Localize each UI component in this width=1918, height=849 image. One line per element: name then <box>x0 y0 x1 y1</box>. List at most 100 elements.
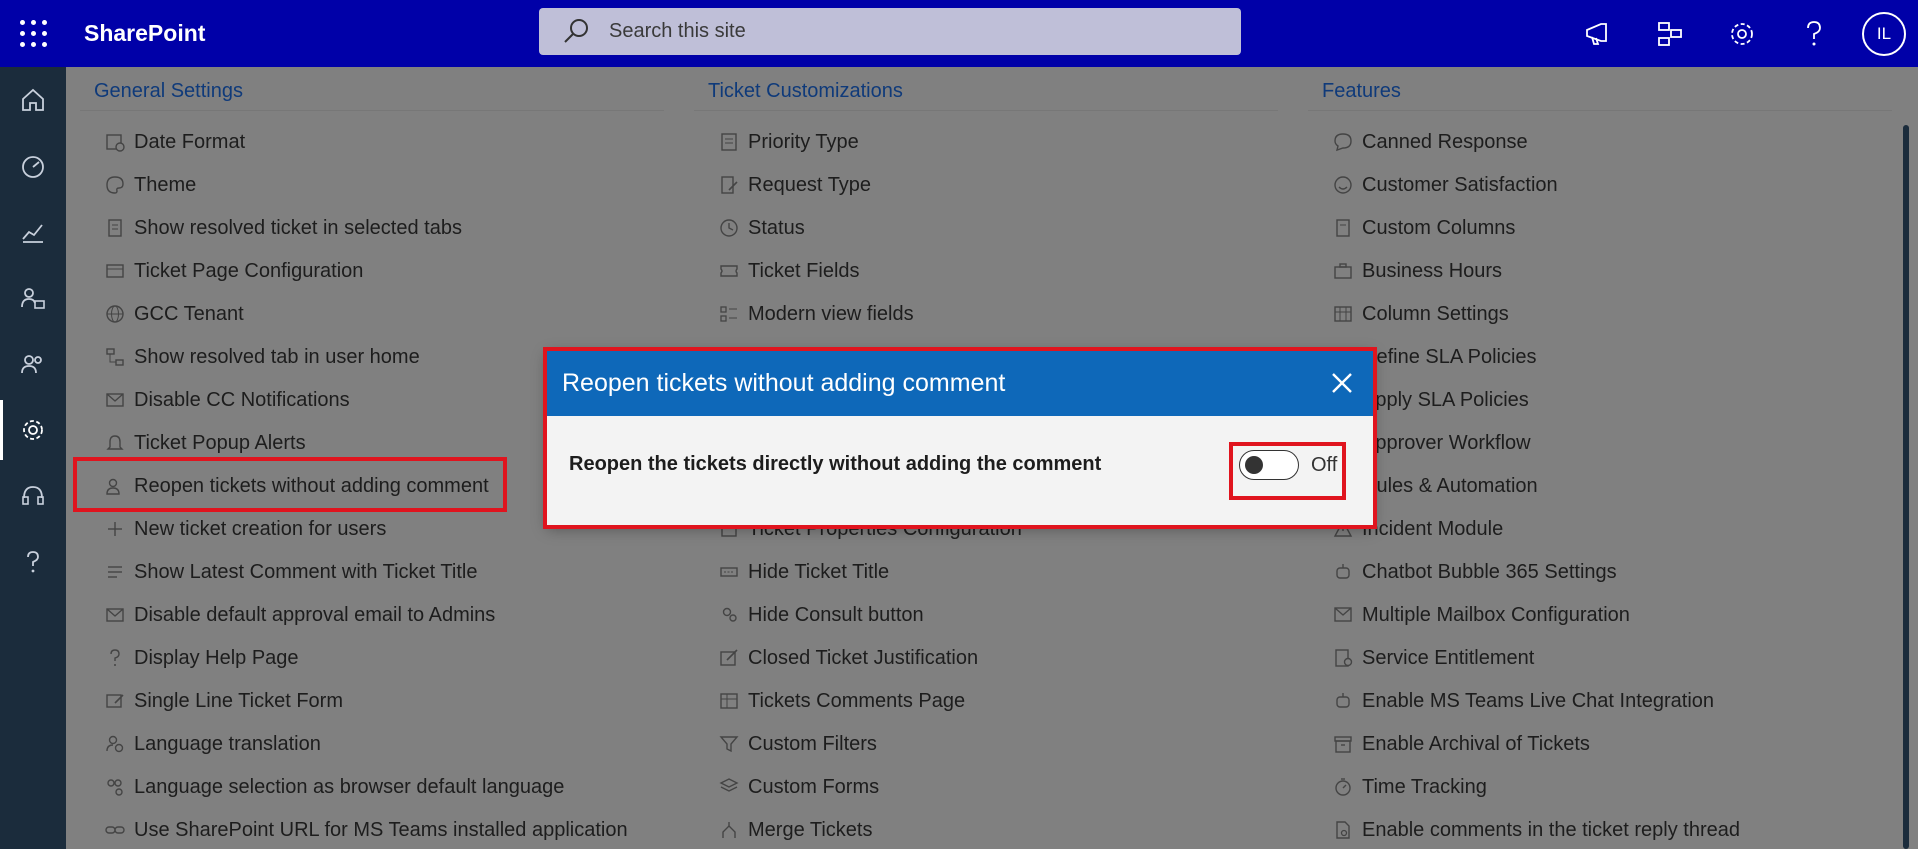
dashboard-gauge-icon[interactable] <box>0 133 66 199</box>
settings-item-single-line-ticket-form[interactable]: Single Line Ticket Form <box>104 682 343 720</box>
settings-item-ticket-page-configuration[interactable]: Ticket Page Configuration <box>104 252 363 290</box>
headset-icon[interactable] <box>0 463 66 529</box>
settings-item-disable-cc-notifications[interactable]: Disable CC Notifications <box>104 381 350 419</box>
app-brand[interactable]: SharePoint <box>84 20 205 47</box>
settings-item-label: Rules & Automation <box>1362 474 1538 497</box>
search-input[interactable]: Search this site <box>609 20 746 43</box>
settings-item-show-resolved-tab[interactable]: Show resolved tab in user home <box>104 338 420 376</box>
app-rail <box>0 67 66 849</box>
settings-item-label: Enable MS Teams Live Chat Integration <box>1362 689 1715 712</box>
settings-item-custom-filters[interactable]: Custom Filters <box>718 725 877 763</box>
edit-box-icon <box>718 647 740 669</box>
help-icon[interactable] <box>0 529 66 595</box>
timer-icon <box>1332 776 1354 798</box>
settings-item-label: Column Settings <box>1362 302 1509 325</box>
settings-item-custom-forms[interactable]: Custom Forms <box>718 768 879 806</box>
settings-item-request-type[interactable]: Request Type <box>718 166 871 204</box>
avatar[interactable]: IL <box>1862 11 1906 56</box>
filter-icon <box>718 733 740 755</box>
settings-item-label: Canned Response <box>1362 130 1528 153</box>
settings-item-business-hours[interactable]: Business Hours <box>1332 252 1502 290</box>
people-icon <box>718 604 740 626</box>
settings-item-label: Modern view fields <box>748 302 914 325</box>
settings-item-label: Service Entitlement <box>1362 646 1535 669</box>
settings-item-merge-tickets[interactable]: Merge Tickets <box>718 811 872 849</box>
settings-item-label: Custom Filters <box>748 732 877 755</box>
settings-item-label: Apply SLA Policies <box>1362 388 1529 411</box>
textbox-icon <box>718 561 740 583</box>
settings-item-teams-live-chat[interactable]: Enable MS Teams Live Chat Integration <box>1332 682 1714 720</box>
search-box[interactable]: Search this site <box>539 8 1241 55</box>
app-launcher-icon[interactable] <box>20 20 48 48</box>
settings-item-theme[interactable]: Theme <box>104 166 196 204</box>
settings-item-chatbot-bubble[interactable]: Chatbot Bubble 365 Settings <box>1332 553 1617 591</box>
close-icon[interactable] <box>1325 366 1359 400</box>
settings-item-status[interactable]: Status <box>718 209 805 247</box>
settings-item-time-tracking[interactable]: Time Tracking <box>1332 768 1487 806</box>
org-chart-icon[interactable] <box>1634 0 1706 67</box>
settings-item-column-settings[interactable]: Column Settings <box>1332 295 1509 333</box>
settings-item-comments-reply-thread[interactable]: Enable comments in the ticket reply thre… <box>1332 811 1740 849</box>
analytics-chart-icon[interactable] <box>0 199 66 265</box>
chat-icon <box>1332 131 1354 153</box>
settings-item-ticket-fields[interactable]: Ticket Fields <box>718 252 860 290</box>
settings-item-hide-ticket-title[interactable]: Hide Ticket Title <box>718 553 889 591</box>
settings-item-custom-columns[interactable]: Custom Columns <box>1332 209 1515 247</box>
settings-item-date-format[interactable]: Date Format <box>104 123 245 161</box>
settings-item-canned-response[interactable]: Canned Response <box>1332 123 1528 161</box>
groups-icon[interactable] <box>0 331 66 397</box>
dialog-title: Reopen tickets without adding comment <box>562 368 1006 397</box>
settings-item-new-ticket-creation[interactable]: New ticket creation for users <box>104 510 386 548</box>
settings-item-hide-consult-button[interactable]: Hide Consult button <box>718 596 924 634</box>
home-icon[interactable] <box>0 67 66 133</box>
settings-gear-icon[interactable] <box>1706 0 1778 67</box>
features-column: Features Canned Response Customer Satisf… <box>1308 67 1912 849</box>
settings-item-label: Time Tracking <box>1362 775 1487 798</box>
settings-item-label: Single Line Ticket Form <box>134 689 343 712</box>
settings-item-language-translation[interactable]: Language translation <box>104 725 321 763</box>
settings-item-show-latest-comment[interactable]: Show Latest Comment with Ticket Title <box>104 553 477 591</box>
settings-item-language-selection[interactable]: Language selection as browser default la… <box>104 768 564 806</box>
grid-list-icon <box>718 303 740 325</box>
mailbox-icon <box>1332 604 1354 626</box>
settings-item-priority-type[interactable]: Priority Type <box>718 123 859 161</box>
section-title: General Settings <box>94 80 243 102</box>
help-icon[interactable] <box>1778 0 1850 67</box>
settings-item-sharepoint-url-teams[interactable]: Use SharePoint URL for MS Teams installe… <box>104 811 628 849</box>
toggle-highlight <box>1229 442 1346 500</box>
settings-item-archival[interactable]: Enable Archival of Tickets <box>1332 725 1590 763</box>
users-support-icon[interactable] <box>0 265 66 331</box>
mail-icon <box>104 604 126 626</box>
settings-item-label: Define SLA Policies <box>1362 345 1537 368</box>
settings-item-label: Theme <box>134 173 197 196</box>
settings-item-disable-approval-email[interactable]: Disable default approval email to Admins <box>104 596 495 634</box>
bell-icon <box>104 432 126 454</box>
settings-item-display-help-page[interactable]: Display Help Page <box>104 639 299 677</box>
document-search-icon <box>1332 819 1354 841</box>
settings-item-label: Request Type <box>748 173 872 196</box>
settings-item-label: Language translation <box>134 732 321 755</box>
merge-icon <box>718 819 740 841</box>
palette-icon <box>104 174 126 196</box>
settings-item-label: GCC Tenant <box>134 302 244 325</box>
settings-item-customer-satisfaction[interactable]: Customer Satisfaction <box>1332 166 1558 204</box>
settings-item-label: Date Format <box>134 130 246 153</box>
section-title: Features <box>1322 80 1401 102</box>
section-title: Ticket Customizations <box>708 80 903 102</box>
settings-item-show-resolved-ticket[interactable]: Show resolved ticket in selected tabs <box>104 209 462 247</box>
settings-icon[interactable] <box>0 397 66 463</box>
page-scrollbar[interactable] <box>1903 125 1909 849</box>
settings-item-label: New ticket creation for users <box>134 517 387 540</box>
settings-item-multiple-mailbox[interactable]: Multiple Mailbox Configuration <box>1332 596 1630 634</box>
settings-item-modern-view-fields[interactable]: Modern view fields <box>718 295 914 333</box>
lines-icon <box>104 561 126 583</box>
settings-item-closed-ticket-justification[interactable]: Closed Ticket Justification <box>718 639 978 677</box>
settings-item-gcc-tenant[interactable]: GCC Tenant <box>104 295 244 333</box>
settings-item-label: Multiple Mailbox Configuration <box>1362 603 1630 626</box>
settings-item-label: Ticket Fields <box>748 259 860 282</box>
settings-item-service-entitlement[interactable]: Service Entitlement <box>1332 639 1534 677</box>
megaphone-icon[interactable] <box>1562 0 1634 67</box>
table-icon <box>1332 303 1354 325</box>
document-icon <box>104 217 126 239</box>
settings-item-tickets-comments-page[interactable]: Tickets Comments Page <box>718 682 965 720</box>
